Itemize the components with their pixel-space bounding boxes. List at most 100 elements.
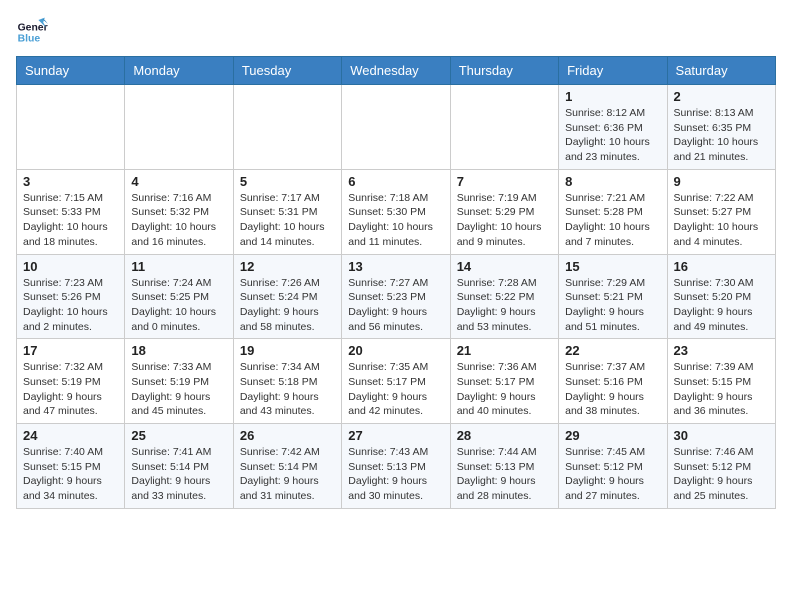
- calendar-day-cell: 11 Sunrise: 7:24 AM Sunset: 5:25 PM Dayli…: [125, 254, 233, 339]
- day-info: Sunrise: 7:41 AM Sunset: 5:14 PM Dayligh…: [131, 445, 226, 504]
- calendar-day-cell: 30 Sunrise: 7:46 AM Sunset: 5:12 PM Dayli…: [667, 424, 775, 509]
- day-number: 11: [131, 259, 226, 274]
- calendar-day-cell: [17, 85, 125, 170]
- calendar-day-cell: 19 Sunrise: 7:34 AM Sunset: 5:18 PM Dayli…: [233, 339, 341, 424]
- day-number: 22: [565, 343, 660, 358]
- calendar-week-row: 3Sunrise: 7:15 AM Sunset: 5:33 PM Daylig…: [17, 169, 776, 254]
- calendar-day-cell: 8 Sunrise: 7:21 AM Sunset: 5:28 PM Daylig…: [559, 169, 667, 254]
- calendar-day-cell: 13Sunrise: 7:27 AM Sunset: 5:23 PM Dayli…: [342, 254, 450, 339]
- day-number: 4: [131, 174, 226, 189]
- day-number: 19: [240, 343, 335, 358]
- day-number: 28: [457, 428, 552, 443]
- day-info: Sunrise: 7:37 AM Sunset: 5:16 PM Dayligh…: [565, 360, 660, 419]
- day-number: 17: [23, 343, 118, 358]
- weekday-header-cell: Thursday: [450, 57, 558, 85]
- day-number: 15: [565, 259, 660, 274]
- day-info: Sunrise: 7:15 AM Sunset: 5:33 PM Dayligh…: [23, 191, 118, 250]
- calendar-day-cell: 7 Sunrise: 7:19 AM Sunset: 5:29 PM Daylig…: [450, 169, 558, 254]
- day-info: Sunrise: 7:39 AM Sunset: 5:15 PM Dayligh…: [674, 360, 769, 419]
- day-info: Sunrise: 7:23 AM Sunset: 5:26 PM Dayligh…: [23, 276, 118, 335]
- day-number: 9: [674, 174, 769, 189]
- calendar-day-cell: 9 Sunrise: 7:22 AM Sunset: 5:27 PM Daylig…: [667, 169, 775, 254]
- day-info: Sunrise: 7:35 AM Sunset: 5:17 PM Dayligh…: [348, 360, 443, 419]
- day-info: Sunrise: 7:33 AM Sunset: 5:19 PM Dayligh…: [131, 360, 226, 419]
- day-info: Sunrise: 7:46 AM Sunset: 5:12 PM Dayligh…: [674, 445, 769, 504]
- day-info: Sunrise: 7:17 AM Sunset: 5:31 PM Dayligh…: [240, 191, 335, 250]
- day-number: 23: [674, 343, 769, 358]
- day-info: Sunrise: 7:32 AM Sunset: 5:19 PM Dayligh…: [23, 360, 118, 419]
- day-info: Sunrise: 7:29 AM Sunset: 5:21 PM Dayligh…: [565, 276, 660, 335]
- calendar-day-cell: 25Sunrise: 7:41 AM Sunset: 5:14 PM Dayli…: [125, 424, 233, 509]
- calendar-day-cell: 14 Sunrise: 7:28 AM Sunset: 5:22 PM Dayli…: [450, 254, 558, 339]
- day-info: Sunrise: 7:19 AM Sunset: 5:29 PM Dayligh…: [457, 191, 552, 250]
- calendar-day-cell: 10Sunrise: 7:23 AM Sunset: 5:26 PM Dayli…: [17, 254, 125, 339]
- calendar-day-cell: [450, 85, 558, 170]
- calendar-day-cell: 3Sunrise: 7:15 AM Sunset: 5:33 PM Daylig…: [17, 169, 125, 254]
- svg-text:Blue: Blue: [18, 34, 41, 45]
- calendar-day-cell: 29Sunrise: 7:45 AM Sunset: 5:12 PM Dayli…: [559, 424, 667, 509]
- day-number: 2: [674, 89, 769, 104]
- day-number: 30: [674, 428, 769, 443]
- day-info: Sunrise: 7:16 AM Sunset: 5:32 PM Dayligh…: [131, 191, 226, 250]
- day-info: Sunrise: 7:27 AM Sunset: 5:23 PM Dayligh…: [348, 276, 443, 335]
- day-number: 6: [348, 174, 443, 189]
- day-info: Sunrise: 7:34 AM Sunset: 5:18 PM Dayligh…: [240, 360, 335, 419]
- day-number: 14: [457, 259, 552, 274]
- day-info: Sunrise: 8:12 AM Sunset: 6:36 PM Dayligh…: [565, 106, 660, 165]
- day-number: 7: [457, 174, 552, 189]
- calendar-week-row: 17 Sunrise: 7:32 AM Sunset: 5:19 PM Dayli…: [17, 339, 776, 424]
- weekday-header-cell: Monday: [125, 57, 233, 85]
- calendar-week-row: 10Sunrise: 7:23 AM Sunset: 5:26 PM Dayli…: [17, 254, 776, 339]
- day-number: 26: [240, 428, 335, 443]
- day-info: Sunrise: 7:45 AM Sunset: 5:12 PM Dayligh…: [565, 445, 660, 504]
- day-info: Sunrise: 7:42 AM Sunset: 5:14 PM Dayligh…: [240, 445, 335, 504]
- calendar-day-cell: 17 Sunrise: 7:32 AM Sunset: 5:19 PM Dayli…: [17, 339, 125, 424]
- weekday-header-row: SundayMondayTuesdayWednesdayThursdayFrid…: [17, 57, 776, 85]
- calendar-day-cell: 6 Sunrise: 7:18 AM Sunset: 5:30 PM Daylig…: [342, 169, 450, 254]
- calendar-day-cell: 4 Sunrise: 7:16 AM Sunset: 5:32 PM Daylig…: [125, 169, 233, 254]
- day-info: Sunrise: 7:22 AM Sunset: 5:27 PM Dayligh…: [674, 191, 769, 250]
- day-info: Sunrise: 7:43 AM Sunset: 5:13 PM Dayligh…: [348, 445, 443, 504]
- day-info: Sunrise: 7:36 AM Sunset: 5:17 PM Dayligh…: [457, 360, 552, 419]
- logo: General Blue: [16, 16, 48, 48]
- calendar-day-cell: 27Sunrise: 7:43 AM Sunset: 5:13 PM Dayli…: [342, 424, 450, 509]
- weekday-header-cell: Tuesday: [233, 57, 341, 85]
- day-number: 18: [131, 343, 226, 358]
- calendar-day-cell: [233, 85, 341, 170]
- calendar-day-cell: 20 Sunrise: 7:35 AM Sunset: 5:17 PM Dayli…: [342, 339, 450, 424]
- day-number: 1: [565, 89, 660, 104]
- day-number: 5: [240, 174, 335, 189]
- calendar-day-cell: 16 Sunrise: 7:30 AM Sunset: 5:20 PM Dayli…: [667, 254, 775, 339]
- day-info: Sunrise: 7:26 AM Sunset: 5:24 PM Dayligh…: [240, 276, 335, 335]
- day-info: Sunrise: 7:44 AM Sunset: 5:13 PM Dayligh…: [457, 445, 552, 504]
- weekday-header-cell: Wednesday: [342, 57, 450, 85]
- page-header: General Blue: [16, 16, 776, 48]
- calendar-day-cell: 12Sunrise: 7:26 AM Sunset: 5:24 PM Dayli…: [233, 254, 341, 339]
- calendar-day-cell: 22 Sunrise: 7:37 AM Sunset: 5:16 PM Dayli…: [559, 339, 667, 424]
- calendar-day-cell: 24 Sunrise: 7:40 AM Sunset: 5:15 PM Dayli…: [17, 424, 125, 509]
- weekday-header-cell: Saturday: [667, 57, 775, 85]
- calendar-body: 1 Sunrise: 8:12 AM Sunset: 6:36 PM Daylig…: [17, 85, 776, 509]
- day-info: Sunrise: 7:28 AM Sunset: 5:22 PM Dayligh…: [457, 276, 552, 335]
- day-number: 8: [565, 174, 660, 189]
- calendar-day-cell: 15 Sunrise: 7:29 AM Sunset: 5:21 PM Dayli…: [559, 254, 667, 339]
- calendar-day-cell: 18 Sunrise: 7:33 AM Sunset: 5:19 PM Dayli…: [125, 339, 233, 424]
- calendar-day-cell: [125, 85, 233, 170]
- day-number: 16: [674, 259, 769, 274]
- calendar-day-cell: [342, 85, 450, 170]
- weekday-header-cell: Sunday: [17, 57, 125, 85]
- day-number: 24: [23, 428, 118, 443]
- calendar-day-cell: 5 Sunrise: 7:17 AM Sunset: 5:31 PM Daylig…: [233, 169, 341, 254]
- calendar-day-cell: 21Sunrise: 7:36 AM Sunset: 5:17 PM Dayli…: [450, 339, 558, 424]
- calendar-week-row: 24 Sunrise: 7:40 AM Sunset: 5:15 PM Dayli…: [17, 424, 776, 509]
- calendar-week-row: 1 Sunrise: 8:12 AM Sunset: 6:36 PM Daylig…: [17, 85, 776, 170]
- day-info: Sunrise: 7:30 AM Sunset: 5:20 PM Dayligh…: [674, 276, 769, 335]
- day-info: Sunrise: 7:21 AM Sunset: 5:28 PM Dayligh…: [565, 191, 660, 250]
- day-info: Sunrise: 7:40 AM Sunset: 5:15 PM Dayligh…: [23, 445, 118, 504]
- day-number: 20: [348, 343, 443, 358]
- calendar-day-cell: 1 Sunrise: 8:12 AM Sunset: 6:36 PM Daylig…: [559, 85, 667, 170]
- logo-icon: General Blue: [16, 16, 48, 48]
- day-info: Sunrise: 7:24 AM Sunset: 5:25 PM Dayligh…: [131, 276, 226, 335]
- day-info: Sunrise: 7:18 AM Sunset: 5:30 PM Dayligh…: [348, 191, 443, 250]
- day-info: Sunrise: 8:13 AM Sunset: 6:35 PM Dayligh…: [674, 106, 769, 165]
